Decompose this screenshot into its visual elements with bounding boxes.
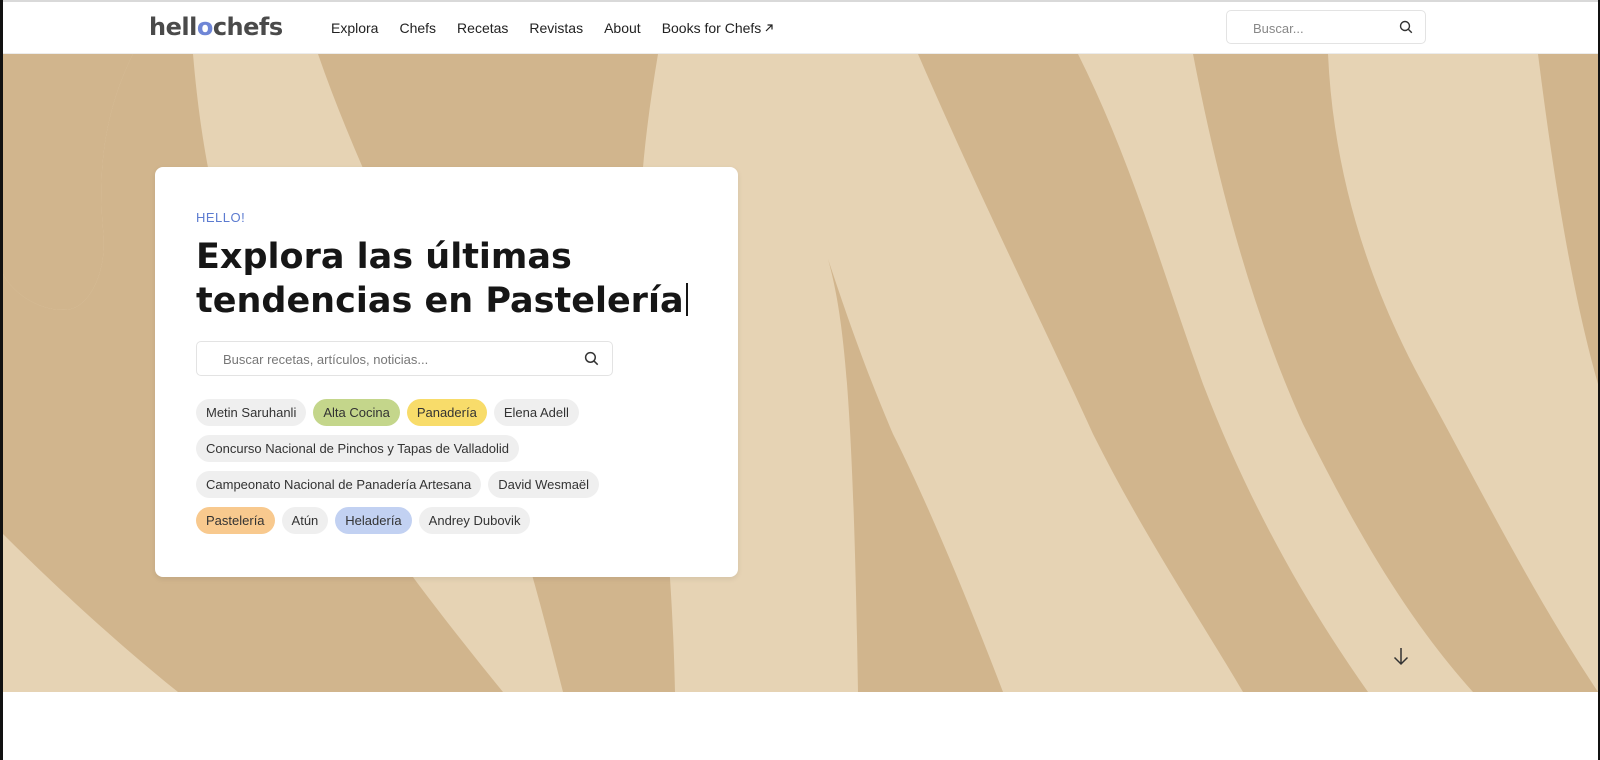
hero-eyebrow: HELLO! — [196, 210, 246, 225]
tag-campeonato-panaderia[interactable]: Campeonato Nacional de Panadería Artesan… — [196, 471, 482, 498]
search-icon[interactable] — [1399, 20, 1413, 39]
tag-row: Pastelería Atún Heladería Andrey Dubovik — [196, 507, 676, 534]
hero-search-input[interactable] — [223, 349, 573, 369]
logo-text-accent: o — [196, 13, 214, 41]
logo-text-1: hell — [149, 13, 197, 41]
tag-pasteleria[interactable]: Pastelería — [196, 507, 275, 534]
nav-about[interactable]: About — [604, 19, 641, 37]
tag-atun[interactable]: Atún — [281, 507, 329, 534]
hero-card: HELLO! Explora las últimas tendencias en… — [155, 167, 738, 577]
nav-recetas[interactable]: Recetas — [457, 19, 508, 37]
tag-david-wesmael[interactable]: David Wesmaël — [488, 471, 600, 498]
tag-panaderia[interactable]: Panadería — [406, 399, 487, 426]
tag-concurso-pinchos[interactable]: Concurso Nacional de Pinchos y Tapas de … — [196, 435, 520, 462]
tag-heladeria[interactable]: Heladería — [335, 507, 412, 534]
hellochefs-logo[interactable]: hellochefs — [149, 13, 283, 41]
tag-row: Concurso Nacional de Pinchos y Tapas de … — [196, 435, 676, 462]
hero-banner: HELLO! Explora las últimas tendencias en… — [3, 54, 1598, 692]
site-header: hellochefs Explora Chefs Recetas Revista… — [3, 2, 1598, 54]
trending-tags: Metin Saruhanli Alta Cocina Panadería El… — [196, 399, 676, 543]
tag-metin-saruhanli[interactable]: Metin Saruhanli — [196, 399, 307, 426]
nav-chefs[interactable]: Chefs — [399, 19, 436, 37]
headline-line-2: tendencias en Pastelería — [196, 281, 684, 321]
hero-headline: Explora las últimas tendencias en Pastel… — [196, 235, 716, 323]
logo-text-2: chefs — [212, 13, 283, 41]
nav-books-label: Books for Chefs — [661, 20, 762, 36]
headline-line-1: Explora las últimas — [196, 237, 572, 277]
tag-alta-cocina[interactable]: Alta Cocina — [313, 399, 400, 426]
page: hellochefs Explora Chefs Recetas Revista… — [0, 0, 1600, 760]
tag-andrey-dubovik[interactable]: Andrey Dubovik — [418, 507, 531, 534]
header-search-input[interactable] — [1253, 18, 1393, 38]
typing-cursor — [685, 283, 688, 316]
nav-explora[interactable]: Explora — [331, 19, 378, 37]
tag-row: Metin Saruhanli Alta Cocina Panadería El… — [196, 399, 676, 426]
main-nav: Explora Chefs Recetas Revistas About Boo… — [331, 19, 774, 37]
header-search — [1226, 10, 1426, 44]
external-link-icon — [764, 19, 774, 37]
hero-search — [196, 341, 613, 376]
nav-revistas[interactable]: Revistas — [529, 19, 583, 37]
arrow-down-icon[interactable] — [1391, 644, 1411, 668]
search-icon[interactable] — [584, 351, 599, 371]
tag-row: Campeonato Nacional de Panadería Artesan… — [196, 471, 676, 498]
nav-books-for-chefs[interactable]: Books for Chefs — [662, 19, 775, 37]
tag-elena-adell[interactable]: Elena Adell — [493, 399, 579, 426]
